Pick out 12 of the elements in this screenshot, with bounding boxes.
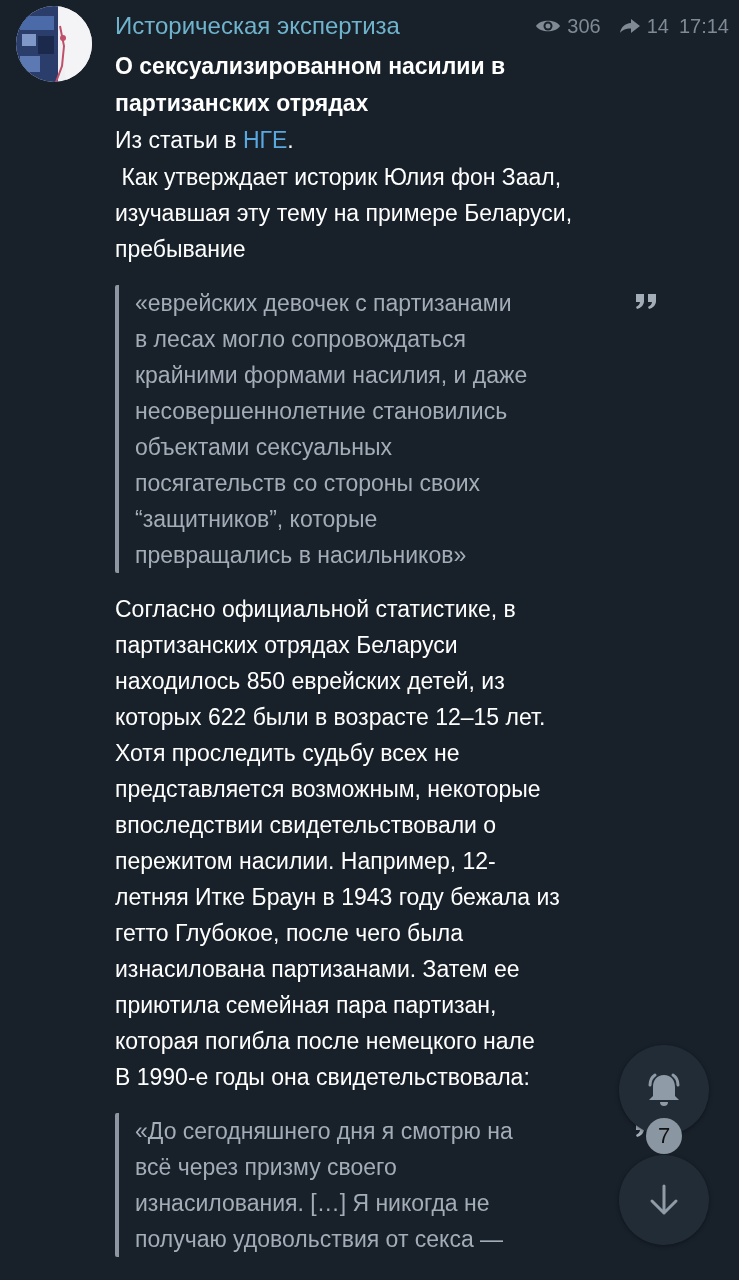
view-count: 306 (567, 14, 601, 38)
post-time: 17:14 (678, 14, 729, 38)
paragraph: Из статьи в НГЕ. (115, 126, 295, 155)
quote-text: «До сегодняшнего дня я смотрю на всё через призму своего изнасилования. […] Я никогда не получаю удовольствия от секса — (135, 1117, 513, 1254)
paragraph: Согласно официальной статистике, в партизанских отрядах Беларуси находилось 850 еврейских детей, из которых 622 были в возрасте 12–15 лет. Хотя проследить судьбу всех не представляется возможным, некоторые впоследствии свидетельствовали о пережитом насилии. Например, 12- летняя Итке Браун в 1943 году бежала из гетто Глубокое, после чего была изнасилована партизанами. Затем ее приютила семейная пара партизан, которая погибла после немецкого нале В 1990-е годы она свидетельствовала: (115, 595, 560, 1092)
channel-name[interactable]: Историческая экспертиза (115, 12, 526, 40)
share-count: 14 (646, 14, 669, 38)
paragraph: Как утверждает историк Юлия фон Заал, изучавшая эту тему на примере Беларуси, пребывание (115, 163, 573, 264)
source-link[interactable]: НГЕ (242, 127, 288, 153)
quote-text: «еврейских девочек с партизанами в лесах могло сопровождаться крайними формами насилия, и даже несовершеннолетние становились объектами сексуальных посягательств со стороны своих “защитников”, которые превращались в насильников» (135, 289, 528, 570)
post-title: О сексуализированном насилии в партизанских отрядах (115, 52, 507, 118)
unread-count: 7 (646, 1118, 682, 1154)
